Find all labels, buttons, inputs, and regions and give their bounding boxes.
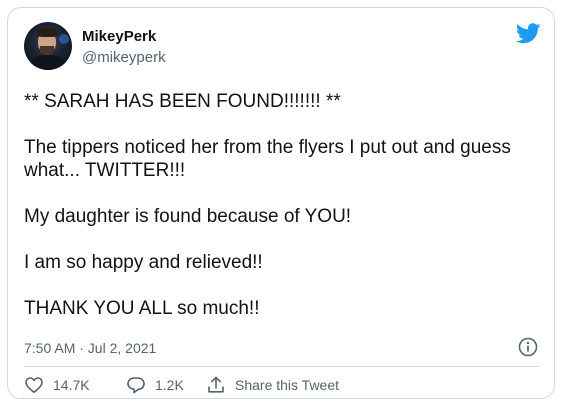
tweet-paragraph: I am so happy and relieved!! <box>24 252 263 273</box>
tweet-text: ** SARAH HAS BEEN FOUND!!!!!!! ** The ti… <box>24 90 544 343</box>
info-icon[interactable] <box>518 337 538 357</box>
divider <box>24 366 540 367</box>
tweet-timestamp[interactable]: 7:50 AM · Jul 2, 2021 <box>24 340 156 356</box>
avatar-beard <box>40 46 54 55</box>
share-label: Share this Tweet <box>235 377 340 393</box>
avatar-hair <box>37 28 58 37</box>
avatar[interactable] <box>24 22 72 70</box>
avatar-background-light <box>59 34 69 44</box>
heart-icon <box>25 377 43 393</box>
tweet-card[interactable]: MikeyPerk @mikeyperk ** SARAH HAS BEEN F… <box>7 7 555 399</box>
tweet-paragraph: The tippers noticed her from the flyers … <box>24 137 511 181</box>
reply-count: 1.2K <box>155 377 184 393</box>
tweet-paragraph: My daughter is found because of YOU! <box>24 206 352 227</box>
tweet-paragraph: ** SARAH HAS BEEN FOUND!!!!!!! ** <box>24 91 341 112</box>
tweet-paragraph: THANK YOU ALL so much!! <box>24 298 260 319</box>
share-button[interactable]: Share this Tweet <box>206 372 339 398</box>
author-handle[interactable]: @mikeyperk <box>82 49 166 66</box>
like-button[interactable]: 14.7K <box>24 372 90 398</box>
author-name[interactable]: MikeyPerk <box>82 28 156 45</box>
twitter-bird-icon[interactable] <box>516 23 541 44</box>
share-icon <box>208 376 224 393</box>
like-count: 14.7K <box>53 377 90 393</box>
avatar-body <box>30 55 66 70</box>
reply-bubble-icon <box>127 377 145 394</box>
reply-button[interactable]: 1.2K <box>126 372 184 398</box>
